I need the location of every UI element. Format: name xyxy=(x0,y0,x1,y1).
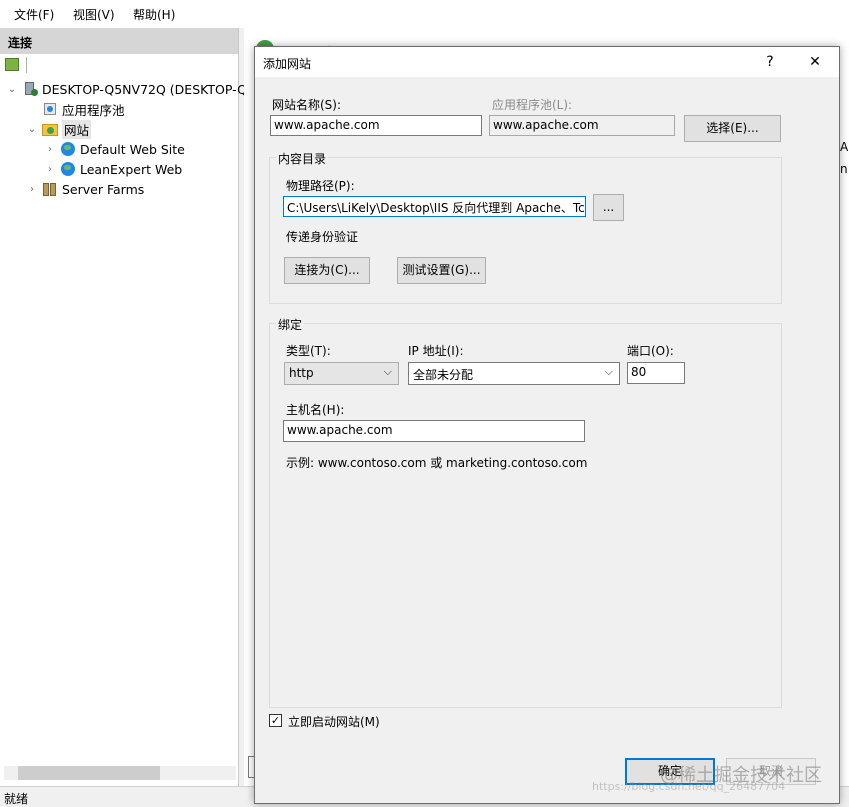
menu-bar: 文件(F) 视图(V) 帮助(H) xyxy=(0,0,849,28)
app-pool-input: www.apache.com xyxy=(489,115,675,136)
browse-path-button[interactable]: ... xyxy=(593,194,624,221)
watermark-url: https://blog.csdn.net/qq_26487704 xyxy=(592,780,786,793)
connections-toolbar xyxy=(0,56,238,76)
ip-address-label: IP 地址(I): xyxy=(408,344,464,358)
content-directory-title: 内容目录 xyxy=(276,150,329,167)
site-name-label: 网站名称(S): xyxy=(272,98,342,112)
tree-app-pools[interactable]: 应用程序池 xyxy=(42,100,125,118)
physical-path-input[interactable]: C:\Users\LiKely\Desktop\IIS 反向代理到 Apache… xyxy=(283,196,586,217)
test-settings-button[interactable]: 测试设置(G)... xyxy=(397,257,486,284)
ip-address-select-value: 全部未分配 xyxy=(413,368,474,382)
tree-sites[interactable]: ⌄ 网站 xyxy=(26,119,92,139)
chevron-down-icon[interactable]: ⌄ xyxy=(26,124,38,135)
tree-server[interactable]: ⌄ DESKTOP-Q5NV72Q (DESKTOP-Q xyxy=(6,80,247,98)
hostname-example: 示例: www.contoso.com 或 marketing.contoso.… xyxy=(286,456,588,470)
tree-server-farms-label: Server Farms xyxy=(62,181,145,197)
binding-title: 绑定 xyxy=(276,316,305,333)
tree-site-leanexpert[interactable]: › LeanExpert Web xyxy=(44,160,182,178)
ip-address-select[interactable]: 全部未分配 ⌵ xyxy=(408,362,620,385)
close-icon[interactable]: ✕ xyxy=(795,49,835,75)
chevron-right-icon[interactable]: › xyxy=(44,144,56,155)
chevron-right-icon[interactable]: › xyxy=(26,184,38,195)
globe-icon xyxy=(60,161,76,177)
main-pane-fragment-2: n xyxy=(840,162,848,176)
type-select-value: http xyxy=(289,366,314,380)
app-pool-label: 应用程序池(L): xyxy=(492,98,573,112)
start-website-checkbox[interactable]: ✓ xyxy=(269,714,282,727)
app-pool-icon xyxy=(42,101,58,117)
menu-view[interactable]: 视图(V) xyxy=(73,6,115,23)
menu-help[interactable]: 帮助(H) xyxy=(133,6,175,23)
tree-site-leanexpert-label: LeanExpert Web xyxy=(80,161,183,177)
connections-header: 连接 xyxy=(0,28,238,54)
connections-title: 连接 xyxy=(8,36,33,50)
menu-file[interactable]: 文件(F) xyxy=(14,6,54,23)
chevron-down-icon[interactable]: ⌄ xyxy=(6,84,18,95)
tree-app-pools-label: 应用程序池 xyxy=(62,102,125,118)
connect-icon[interactable] xyxy=(5,58,19,71)
help-icon[interactable]: ? xyxy=(750,49,790,75)
tree-sites-label: 网站 xyxy=(62,119,92,139)
hostname-label: 主机名(H): xyxy=(286,403,345,417)
tree-server-label: DESKTOP-Q5NV72Q (DESKTOP-Q xyxy=(42,81,247,97)
status-text: 就绪 xyxy=(4,792,29,806)
chevron-down-icon: ⌵ xyxy=(604,365,613,378)
folder-globe-icon xyxy=(42,121,58,137)
dialog-title: 添加网站 xyxy=(263,57,312,71)
tree-site-default[interactable]: › Default Web Site xyxy=(44,140,185,158)
server-farm-icon xyxy=(42,181,58,197)
select-app-pool-button[interactable]: 选择(E)... xyxy=(684,115,781,142)
tree-server-farms[interactable]: › Server Farms xyxy=(26,180,144,198)
main-pane-fragment-1: Ain xyxy=(840,140,849,154)
scrollbar-thumb[interactable] xyxy=(18,766,160,780)
pass-auth-label: 传递身份验证 xyxy=(286,230,359,244)
toolbar-separator xyxy=(26,57,27,73)
port-input[interactable]: 80 xyxy=(627,362,685,384)
globe-icon xyxy=(60,141,76,157)
type-label: 类型(T): xyxy=(286,344,331,358)
port-label: 端口(O): xyxy=(627,344,674,358)
server-icon xyxy=(22,81,38,97)
site-name-input[interactable]: www.apache.com xyxy=(270,115,482,136)
type-select[interactable]: http ⌵ xyxy=(284,362,399,385)
connect-as-button[interactable]: 连接为(C)... xyxy=(284,257,370,284)
hostname-input[interactable]: www.apache.com xyxy=(283,420,585,442)
chevron-down-icon: ⌵ xyxy=(383,365,392,378)
chevron-right-icon[interactable]: › xyxy=(44,164,56,175)
physical-path-label: 物理路径(P): xyxy=(286,179,355,193)
start-website-label: 立即启动网站(M) xyxy=(288,715,380,729)
tree-site-default-label: Default Web Site xyxy=(80,141,185,157)
